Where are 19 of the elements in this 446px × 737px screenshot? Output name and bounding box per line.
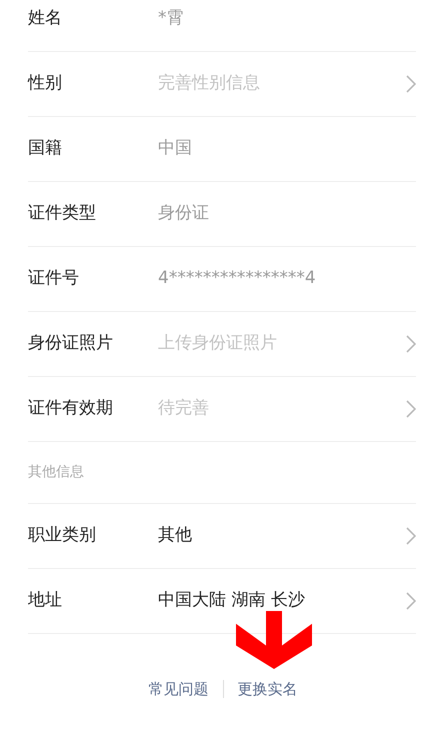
field-label: 证件有效期 [28,397,114,420]
field-label: 职业类别 [28,524,97,548]
field-value[interactable]: 其他 [158,523,406,549]
field-label: 证件类型 [28,202,97,226]
field-value: 4****************4 [158,267,317,290]
field-value[interactable]: 中国大陆 湖南 长沙 [158,588,406,614]
field-label: 证件号 [28,267,80,290]
field-value: 身份证 [158,202,210,226]
field-value: *霄 [158,7,184,30]
footer-link[interactable]: 常见问题 [148,678,208,700]
field-label: 性别 [28,72,63,96]
footer-link[interactable]: 更换实名 [238,678,298,700]
section-title: 其他信息 [28,463,84,482]
field-label: 国籍 [28,137,63,160]
field-label: 姓名 [28,7,63,30]
field-label: 地址 [28,589,63,612]
field-label: 身份证照片 [28,332,114,356]
field-value: 中国 [158,137,193,160]
down-arrow-icon [236,611,312,669]
